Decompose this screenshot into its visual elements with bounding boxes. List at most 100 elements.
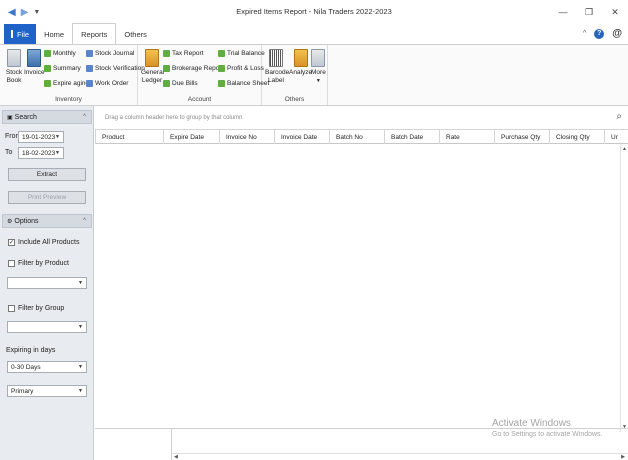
stock-verification-icon (86, 65, 93, 72)
summary-icon (44, 65, 51, 72)
account-group: General Ledger Tax Report Brokerage Repo… (138, 45, 269, 105)
stock-journal-button[interactable]: Stock Journal (86, 50, 134, 57)
vertical-scrollbar[interactable]: ▲ ▼ (620, 144, 628, 432)
inventory-group-label: Inventory (55, 96, 82, 103)
analyze-button[interactable]: Analyze (289, 49, 312, 77)
stock-verification-button[interactable]: Stock Verification (86, 65, 145, 72)
tax-report-button[interactable]: Tax Report (163, 50, 203, 57)
report-grid: Drag a column header here to group by th… (95, 106, 628, 460)
close-button[interactable]: ✕ (602, 0, 628, 24)
tax-report-icon (163, 50, 170, 57)
scroll-left-icon[interactable]: ◀ (174, 454, 178, 460)
window-controls: — ❐ ✕ (550, 0, 628, 24)
stock-book-icon (7, 49, 21, 67)
column-closing-qty[interactable]: Closing Qty (549, 130, 604, 144)
scroll-up-icon[interactable]: ▲ (622, 146, 627, 152)
group-by-hint: Drag a column header here to group by th… (105, 115, 243, 121)
quick-access-dropdown-icon[interactable]: ▼ (33, 9, 40, 16)
unit-select[interactable]: Primary ▼ (7, 385, 87, 397)
left-panel: ▣ Search ^ From 19-01-2023 ▼ To 18-02-20… (0, 106, 94, 460)
column-invoice-date[interactable]: Invoice Date (274, 130, 329, 144)
horizontal-scrollbar[interactable]: ◀ ▶ (172, 453, 628, 460)
stock-journal-icon (86, 50, 93, 57)
general-ledger-button[interactable]: General Ledger (141, 49, 164, 85)
minimize-button[interactable]: — (550, 0, 576, 24)
from-date-picker[interactable]: 19-01-2023 ▼ (18, 131, 64, 143)
due-bills-icon (163, 80, 170, 87)
watermark-line1: Activate Windows (492, 418, 571, 429)
invoice-button[interactable]: Invoice (24, 49, 45, 77)
scroll-right-icon[interactable]: ▶ (621, 454, 625, 460)
activate-windows-watermark: Activate Windows Go to Settings to activ… (492, 418, 603, 438)
barcode-label-button[interactable]: Barcode Label (265, 49, 289, 85)
expiring-in-days-label: Expiring in days (6, 347, 56, 354)
column-rate[interactable]: Rate (439, 130, 494, 144)
filter-by-product-checkbox[interactable]: Filter by Product (8, 260, 69, 267)
help-icon[interactable]: ? (594, 28, 605, 39)
balance-sheet-icon (218, 80, 225, 87)
summary-button[interactable]: Summary (44, 65, 81, 72)
inventory-group: Stock Book Invoice Monthly Summary Expir… (0, 45, 145, 105)
include-all-products-checkbox[interactable]: ✓ Include All Products (8, 239, 79, 246)
quick-access-toolbar: ◀ ▶ ▼ (8, 7, 40, 18)
product-select[interactable]: ▼ (7, 277, 87, 289)
collapse-search-icon[interactable]: ^ (83, 114, 86, 120)
monthly-button[interactable]: Monthly (44, 50, 76, 57)
brokerage-report-button[interactable]: Brokerage Report (163, 65, 223, 72)
column-unit[interactable]: Ur (604, 130, 628, 144)
ribbon: Stock Book Invoice Monthly Summary Expir… (0, 44, 628, 106)
more-dropdown-icon: ▼ (315, 78, 321, 84)
due-bills-button[interactable]: Due Bills (163, 80, 198, 87)
forward-arrow-icon[interactable]: ▶ (21, 7, 29, 18)
work-order-icon (86, 80, 93, 87)
column-product[interactable]: Product (95, 130, 163, 144)
print-preview-button[interactable]: Print Preview (8, 191, 86, 204)
group-by-panel[interactable]: Drag a column header here to group by th… (95, 106, 628, 130)
ribbon-tabs: File Home Reports Others ^ ? @ (0, 23, 628, 44)
group-dropdown-icon: ▼ (78, 324, 83, 330)
include-all-check-icon: ✓ (8, 239, 15, 246)
at-icon[interactable]: @ (612, 28, 622, 39)
filter-by-group-checkbox[interactable]: Filter by Group (8, 305, 64, 312)
general-ledger-icon (145, 49, 159, 67)
search-panel-header[interactable]: ▣ Search ^ (2, 110, 92, 124)
unit-dropdown-icon: ▼ (78, 388, 83, 394)
invoice-icon (27, 49, 42, 67)
expire-aging-button[interactable]: Expire aging (44, 80, 89, 87)
expiring-days-select[interactable]: 0-30 Days ▼ (7, 361, 87, 373)
options-gear-icon: ⚙ (7, 218, 13, 225)
column-purchase-qty[interactable]: Purchase Qty (494, 130, 549, 144)
group-select[interactable]: ▼ (7, 321, 87, 333)
options-panel-header[interactable]: ⚙ Options ^ (2, 214, 92, 228)
others-group-label: Others (284, 96, 305, 103)
search-panel-icon: ▣ (7, 114, 13, 121)
more-icon (311, 49, 326, 67)
collapse-options-icon[interactable]: ^ (83, 218, 86, 224)
tab-others[interactable]: Others (116, 24, 155, 44)
restore-button[interactable]: ❐ (576, 0, 602, 24)
to-date-picker[interactable]: 18-02-2023 ▼ (18, 147, 64, 159)
tab-home[interactable]: Home (36, 24, 72, 44)
trial-balance-button[interactable]: Trial Balance (218, 50, 265, 57)
work-order-button[interactable]: Work Order (86, 80, 128, 87)
column-invoice-no[interactable]: Invoice No (219, 130, 274, 144)
search-icon[interactable]: ⌕ (616, 111, 622, 122)
window-title: Expired Items Report - Nila Traders 2022… (236, 7, 392, 16)
profit-loss-icon (218, 65, 225, 72)
more-button[interactable]: More ▼ (311, 49, 326, 85)
extract-button[interactable]: Extract (8, 168, 86, 181)
title-bar: ◀ ▶ ▼ Expired Items Report - Nila Trader… (0, 0, 628, 24)
watermark-line2: Go to Settings to activate Windows. (492, 431, 603, 438)
column-batch-date[interactable]: Batch Date (384, 130, 439, 144)
column-expire-date[interactable]: Expire Date (163, 130, 219, 144)
to-dropdown-icon: ▼ (55, 150, 60, 156)
back-arrow-icon[interactable]: ◀ (8, 7, 16, 18)
stock-book-button[interactable]: Stock Book (5, 49, 23, 85)
barcode-icon (269, 49, 283, 67)
tab-file[interactable]: File (4, 24, 37, 44)
tab-reports[interactable]: Reports (72, 23, 117, 44)
collapse-ribbon-icon[interactable]: ^ (583, 30, 586, 37)
column-batch-no[interactable]: Batch No (329, 130, 384, 144)
profit-loss-button[interactable]: Profit & Loss (218, 65, 264, 72)
product-dropdown-icon: ▼ (78, 280, 83, 286)
